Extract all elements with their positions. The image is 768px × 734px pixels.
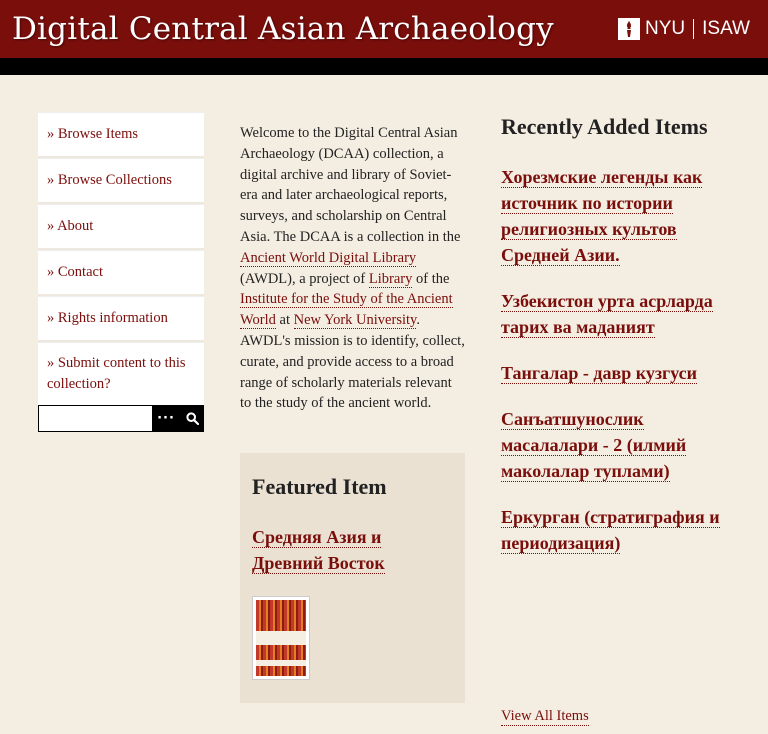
recent-item-title: Тангалар - давр кузгуси	[501, 363, 698, 384]
link-library[interactable]: Library	[368, 270, 413, 288]
recently-added-heading: Recently Added Items	[501, 114, 708, 139]
intro-text-part: of the	[412, 270, 450, 287]
recent-item-link[interactable]: Тангалар - давр кузгуси	[501, 360, 731, 386]
book-cover-title-band	[256, 631, 306, 645]
recent-item-title: Еркурган (стратиграфия и периодизация)	[501, 507, 720, 554]
recently-added-section: Recently Added Items Хорезмские легенды …	[501, 111, 731, 576]
recent-item-title: Хорезмские легенды как источник по истор…	[501, 167, 703, 266]
recent-items-list: Хорезмские легенды как источник по истор…	[501, 164, 731, 556]
sidebar-nav: » Browse Items » Browse Collections » Ab…	[38, 112, 204, 409]
book-cover-band	[256, 660, 306, 666]
intro-text-part: Welcome to the Digital Central Asian Arc…	[240, 125, 461, 245]
nyu-isaw-logo[interactable]: NYU ISAW	[618, 18, 750, 40]
search-icon	[185, 412, 199, 425]
nav-item-submit-content[interactable]: » Submit content to this collection?	[38, 342, 204, 409]
torch-icon	[618, 18, 641, 40]
intro-text-part: at	[275, 312, 294, 329]
intro-text-part: (AWDL), a project of	[240, 270, 369, 287]
site-title[interactable]: Digital Central Asian Archaeology	[12, 11, 554, 47]
recent-item-title: Узбекистон урта асрларда тарих ва мадани…	[501, 291, 713, 338]
recent-item-link[interactable]: Хорезмские легенды как источник по истор…	[501, 164, 731, 268]
link-awdl[interactable]: Ancient World Digital Library	[240, 249, 417, 267]
search-submit-button[interactable]	[180, 405, 204, 432]
intro-text: Welcome to the Digital Central Asian Arc…	[240, 123, 466, 414]
nav-item-about[interactable]: » About	[38, 204, 204, 250]
nav-item-browse-items[interactable]: » Browse Items	[38, 112, 204, 158]
logo-divider	[693, 19, 695, 39]
header-bar	[0, 58, 768, 75]
nav-item-contact[interactable]: » Contact	[38, 250, 204, 296]
link-nyu[interactable]: New York University	[293, 312, 417, 330]
featured-item-thumbnail[interactable]	[252, 596, 310, 680]
recent-item-title: Санъатшунослик масалалари - 2 (илмий мак…	[501, 409, 687, 482]
search-form: ···	[38, 405, 204, 432]
recent-item-link[interactable]: Узбекистон урта асрларда тарих ва мадани…	[501, 288, 731, 340]
book-cover-image	[256, 600, 306, 676]
featured-item-title: Средняя Азия и Древний Восток	[252, 527, 385, 574]
featured-item-panel: Featured Item Средняя Азия и Древний Вос…	[240, 453, 465, 703]
site-header: Digital Central Asian Archaeology NYU IS…	[0, 0, 768, 58]
featured-item-link[interactable]: Средняя Азия и Древний Восток	[252, 524, 457, 576]
view-all-items-link[interactable]: View All Items	[501, 708, 589, 726]
isaw-logo-text: ISAW	[702, 18, 750, 39]
nav-item-browse-collections[interactable]: » Browse Collections	[38, 158, 204, 204]
advanced-search-button[interactable]: ···	[152, 405, 180, 432]
recent-item-link[interactable]: Еркурган (стратиграфия и периодизация)	[501, 504, 731, 556]
featured-heading: Featured Item	[252, 474, 387, 499]
recent-item-link[interactable]: Санъатшунослик масалалари - 2 (илмий мак…	[501, 406, 731, 484]
nyu-logo-text: NYU	[645, 18, 686, 39]
main-content: » Browse Items » Browse Collections » Ab…	[0, 75, 768, 734]
nav-item-rights-information[interactable]: » Rights information	[38, 296, 204, 342]
search-input[interactable]	[38, 405, 152, 432]
